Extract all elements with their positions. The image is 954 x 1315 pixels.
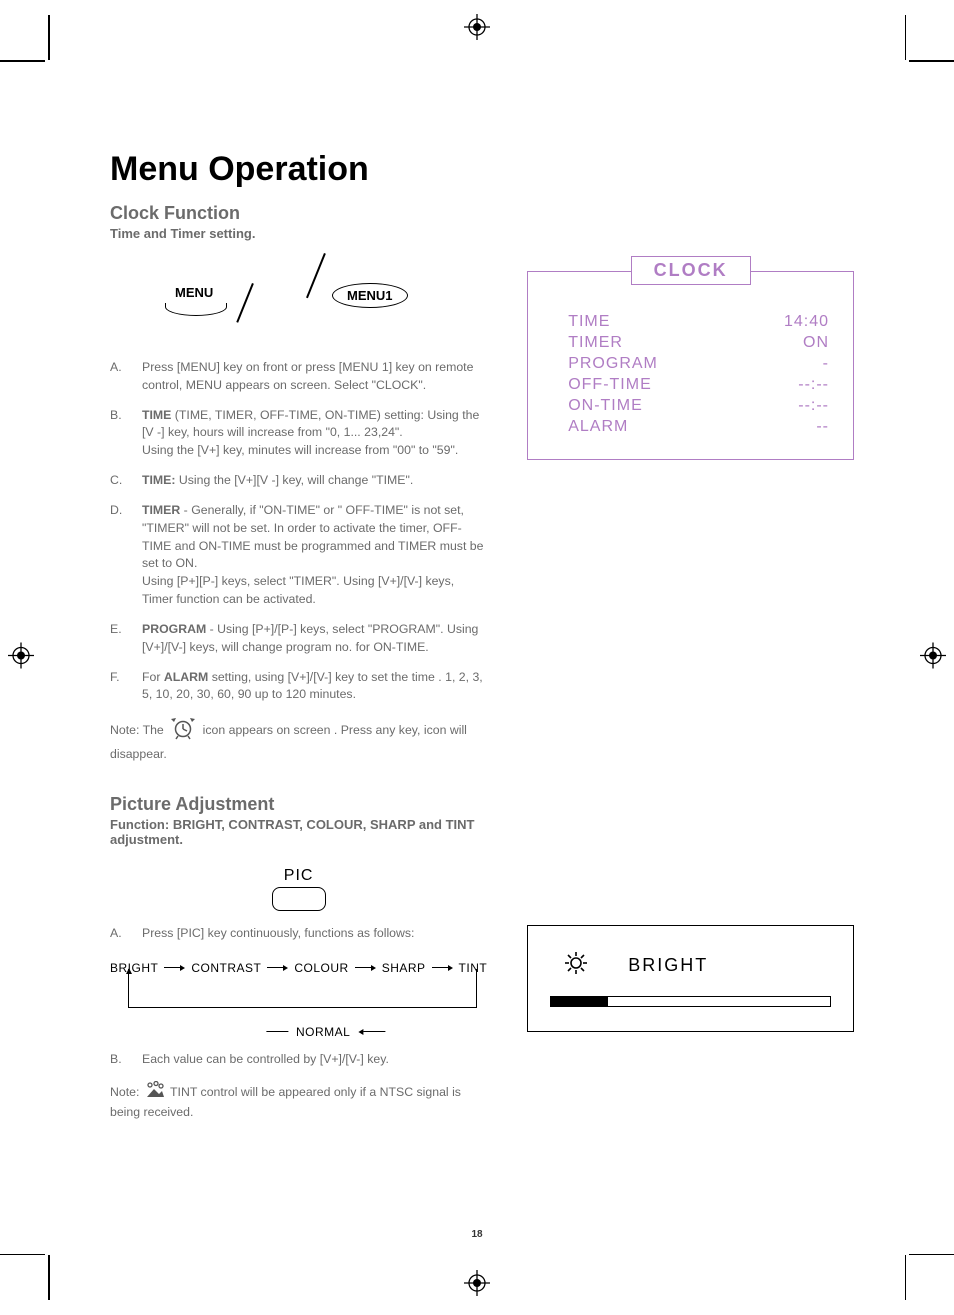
osd-row: ALARM -- (568, 418, 829, 436)
separator-line (236, 283, 253, 323)
page-title: Menu Operation (110, 150, 854, 189)
step-marker: C. (110, 472, 132, 490)
osd-label: ON-TIME (568, 397, 643, 415)
step-text: TIME: Using the [V+][V -] key, will chan… (142, 472, 413, 490)
flow-normal-label: NORMAL (296, 1025, 350, 1039)
osd-row: TIME 14:40 (568, 313, 829, 331)
osd-value: 14:40 (784, 313, 829, 331)
list-item: B. TIME (TIME, TIMER, OFF-TIME, ON-TIME)… (110, 407, 487, 460)
registration-mark-icon (8, 642, 34, 673)
osd-label: ALARM (568, 418, 628, 436)
arrow-left-icon (358, 1029, 385, 1035)
menu-button-icon (165, 303, 227, 316)
pic-step-list: A. Press [PIC] key continuously, functio… (110, 925, 487, 943)
flow-loop-line (128, 969, 477, 1008)
step-marker: D. (110, 502, 132, 609)
step-marker: B. (110, 407, 132, 460)
clock-step-list: A. Press [MENU] key on front or press [M… (110, 359, 487, 704)
bright-osd-panel: BRIGHT (527, 925, 854, 1032)
flow-normal-node: NORMAL (258, 1025, 393, 1039)
osd-label: TIMER (568, 334, 623, 352)
brightness-sun-icon (564, 951, 588, 980)
pic-note: Note: TINT control will be appeared only… (110, 1081, 487, 1123)
step-marker: F. (110, 669, 132, 705)
manual-page: Menu Operation Clock Function Time and T… (0, 0, 954, 1315)
list-item: A. Press [MENU] key on front or press [M… (110, 359, 487, 395)
osd-label: TIME (568, 313, 610, 331)
step-marker: E. (110, 621, 132, 657)
left-column: MENU MENU1 A. Press [MENU] key on front … (110, 261, 487, 1122)
alarm-clock-icon (169, 716, 197, 746)
pic-step-list-2: B. Each value can be controlled by [V+]/… (110, 1051, 487, 1069)
registration-mark-icon (464, 14, 490, 45)
osd-label: PROGRAM (568, 355, 658, 373)
step-text: PROGRAM - Using [P+]/[P-] keys, select "… (142, 621, 487, 657)
list-item: F. For ALARM setting, using [V+]/[V-] ke… (110, 669, 487, 705)
list-item: A. Press [PIC] key continuously, functio… (110, 925, 487, 943)
clock-subhead: Time and Timer setting. (110, 226, 854, 241)
note-prefix: Note: The (110, 723, 164, 737)
list-item: B. Each value can be controlled by [V+]/… (110, 1051, 487, 1069)
registration-mark-icon (920, 642, 946, 673)
brightness-slider (550, 996, 831, 1007)
osd-row: ON-TIME --:-- (568, 397, 829, 415)
step-text: TIME (TIME, TIMER, OFF-TIME, ON-TIME) se… (142, 407, 487, 460)
crop-mark (0, 1254, 45, 1256)
bright-osd-label: BRIGHT (628, 955, 708, 976)
list-item: D. TIMER - Generally, if "ON-TIME" or " … (110, 502, 487, 609)
picture-subhead: Function: BRIGHT, CONTRAST, COLOUR, SHAR… (110, 817, 487, 847)
crop-mark (905, 15, 907, 60)
osd-row: OFF-TIME --:-- (568, 376, 829, 394)
pic-button-icon (272, 887, 326, 911)
osd-value: --:-- (798, 376, 829, 394)
list-item: E. PROGRAM - Using [P+]/[P-] keys, selec… (110, 621, 487, 657)
osd-value: - (823, 355, 829, 373)
step-marker: A. (110, 359, 132, 395)
step-marker: B. (110, 1051, 132, 1069)
registration-mark-icon (464, 1270, 490, 1301)
crop-mark (905, 1255, 907, 1300)
crop-mark (48, 15, 50, 60)
tint-icon (145, 1081, 165, 1105)
list-item: C. TIME: Using the [V+][V -] key, will c… (110, 472, 487, 490)
clock-heading: Clock Function (110, 203, 854, 224)
step-text: Press [PIC] key continuously, functions … (142, 925, 414, 943)
menu-label: MENU (175, 285, 213, 300)
crop-mark (48, 1255, 50, 1300)
crop-mark (909, 1254, 954, 1256)
step-text: Press [MENU] key on front or press [MENU… (142, 359, 487, 395)
clock-osd-title: CLOCK (631, 256, 751, 285)
crop-mark (0, 60, 45, 62)
note-prefix: Note: (110, 1085, 139, 1099)
pic-label: PIC (110, 867, 487, 885)
osd-row: PROGRAM - (568, 355, 829, 373)
osd-label: OFF-TIME (568, 376, 652, 394)
step-marker: A. (110, 925, 132, 943)
note-suffix: icon appears on screen . Press any key, … (110, 723, 467, 761)
step-text: TIMER - Generally, if "ON-TIME" or " OFF… (142, 502, 487, 609)
clock-osd-panel: CLOCK TIME 14:40 TIMER ON PROGRAM - OFF-… (527, 271, 854, 460)
page-number: 18 (471, 1229, 482, 1240)
separator-line (306, 253, 325, 298)
pic-button-illustration: PIC (110, 867, 487, 911)
osd-value: -- (816, 418, 829, 436)
pic-flow-diagram: BRIGHT CONTRAST COLOUR SHARP TINT NORMAL (110, 961, 487, 1031)
step-text: For ALARM setting, using [V+]/[V-] key t… (142, 669, 487, 705)
right-column: CLOCK TIME 14:40 TIMER ON PROGRAM - OFF-… (527, 261, 854, 1032)
menu-button-illustration: MENU MENU1 (160, 261, 487, 341)
picture-heading: Picture Adjustment (110, 794, 487, 815)
clock-note: Note: The icon appears on screen . Press… (110, 716, 487, 764)
osd-row: TIMER ON (568, 334, 829, 352)
crop-mark (909, 60, 954, 62)
osd-value: --:-- (798, 397, 829, 415)
osd-value: ON (803, 334, 829, 352)
step-text: Each value can be controlled by [V+]/[V-… (142, 1051, 389, 1069)
menu1-button-icon: MENU1 (332, 283, 408, 308)
